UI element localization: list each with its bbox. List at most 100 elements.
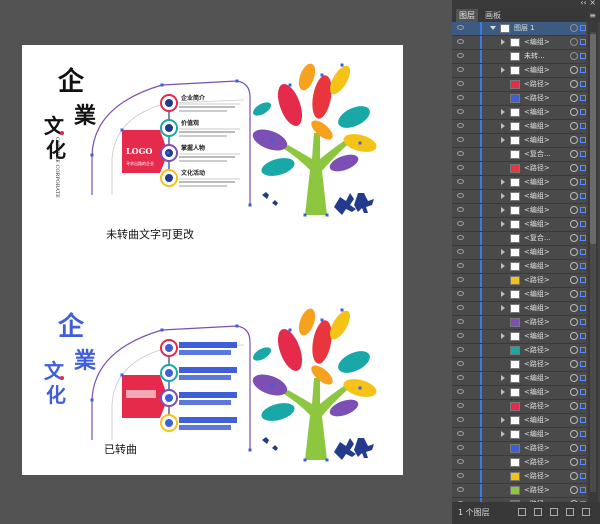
layer-list-scrollbar[interactable]	[588, 22, 598, 502]
visibility-eye-icon[interactable]	[457, 95, 464, 100]
expand-triangle-icon[interactable]	[501, 123, 505, 129]
tab-artboards[interactable]: 画板	[482, 9, 504, 22]
selection-square-icon[interactable]	[580, 81, 586, 87]
locate-object-icon[interactable]	[518, 508, 526, 516]
visibility-eye-icon[interactable]	[457, 375, 464, 380]
selection-square-icon[interactable]	[580, 389, 586, 395]
selection-square-icon[interactable]	[580, 235, 586, 241]
visibility-eye-icon[interactable]	[457, 263, 464, 268]
selection-square-icon[interactable]	[580, 333, 586, 339]
artboard[interactable]: 企業文化 CULTURE CORPORATE LOGO 寻求出路的企业 企业简介 价值观掌…	[22, 45, 403, 475]
visibility-eye-icon[interactable]	[457, 473, 464, 478]
visibility-eye-icon[interactable]	[457, 305, 464, 310]
visibility-eye-icon[interactable]	[457, 445, 464, 450]
expand-triangle-icon[interactable]	[501, 333, 505, 339]
selection-square-icon[interactable]	[580, 67, 586, 73]
target-circle-icon[interactable]	[570, 374, 578, 382]
visibility-eye-icon[interactable]	[457, 431, 464, 436]
layer-row[interactable]: 图层 1	[452, 22, 586, 36]
selection-square-icon[interactable]	[580, 137, 586, 143]
visibility-eye-icon[interactable]	[457, 67, 464, 72]
visibility-eye-icon[interactable]	[457, 459, 464, 464]
selection-square-icon[interactable]	[580, 459, 586, 465]
selection-square-icon[interactable]	[580, 445, 586, 451]
target-circle-icon[interactable]	[570, 178, 578, 186]
target-circle-icon[interactable]	[570, 94, 578, 102]
visibility-eye-icon[interactable]	[457, 81, 464, 86]
new-sublayer-icon[interactable]	[550, 508, 558, 516]
target-circle-icon[interactable]	[570, 192, 578, 200]
layer-row[interactable]: <路径>	[452, 344, 586, 358]
layer-row[interactable]: <编组>	[452, 190, 586, 204]
layer-row[interactable]: <路径>	[452, 162, 586, 176]
visibility-eye-icon[interactable]	[457, 235, 464, 240]
selection-square-icon[interactable]	[580, 95, 586, 101]
selection-square-icon[interactable]	[580, 221, 586, 227]
visibility-eye-icon[interactable]	[457, 25, 464, 30]
visibility-eye-icon[interactable]	[457, 39, 464, 44]
layer-row[interactable]: <路径>	[452, 484, 586, 498]
layer-row[interactable]: <编组>	[452, 330, 586, 344]
selection-square-icon[interactable]	[580, 487, 586, 493]
selection-square-icon[interactable]	[580, 25, 586, 31]
selection-square-icon[interactable]	[580, 277, 586, 283]
selection-square-icon[interactable]	[580, 375, 586, 381]
layer-row[interactable]: <路径>	[452, 456, 586, 470]
target-circle-icon[interactable]	[570, 458, 578, 466]
visibility-eye-icon[interactable]	[457, 109, 464, 114]
selection-square-icon[interactable]	[580, 347, 586, 353]
selection-square-icon[interactable]	[580, 179, 586, 185]
target-circle-icon[interactable]	[570, 150, 578, 158]
layer-row[interactable]: <路径>	[452, 274, 586, 288]
target-circle-icon[interactable]	[570, 346, 578, 354]
layer-row[interactable]: <路径>	[452, 92, 586, 106]
target-circle-icon[interactable]	[570, 66, 578, 74]
selection-square-icon[interactable]	[580, 151, 586, 157]
delete-layer-icon[interactable]	[582, 508, 590, 516]
layer-row[interactable]: 未转...	[452, 50, 586, 64]
selection-square-icon[interactable]	[580, 417, 586, 423]
target-circle-icon[interactable]	[570, 136, 578, 144]
selection-square-icon[interactable]	[580, 263, 586, 269]
target-circle-icon[interactable]	[570, 122, 578, 130]
visibility-eye-icon[interactable]	[457, 319, 464, 324]
visibility-eye-icon[interactable]	[457, 277, 464, 282]
expand-triangle-icon[interactable]	[501, 39, 505, 45]
selection-square-icon[interactable]	[580, 249, 586, 255]
target-circle-icon[interactable]	[570, 444, 578, 452]
panel-menu-icon[interactable]: ≡	[589, 9, 596, 22]
layer-row[interactable]: <编组>	[452, 414, 586, 428]
visibility-eye-icon[interactable]	[457, 207, 464, 212]
target-circle-icon[interactable]	[570, 290, 578, 298]
expand-triangle-icon[interactable]	[501, 109, 505, 115]
selection-square-icon[interactable]	[580, 109, 586, 115]
new-layer-icon[interactable]	[566, 508, 574, 516]
visibility-eye-icon[interactable]	[457, 389, 464, 394]
selection-square-icon[interactable]	[580, 123, 586, 129]
visibility-eye-icon[interactable]	[457, 417, 464, 422]
visibility-eye-icon[interactable]	[457, 403, 464, 408]
layer-row[interactable]: <路径>	[452, 358, 586, 372]
visibility-eye-icon[interactable]	[457, 347, 464, 352]
layer-row[interactable]: <编组>	[452, 176, 586, 190]
selection-square-icon[interactable]	[580, 291, 586, 297]
make-clipping-mask-icon[interactable]	[534, 508, 542, 516]
layer-row[interactable]: <编组>	[452, 106, 586, 120]
selection-square-icon[interactable]	[580, 39, 586, 45]
visibility-eye-icon[interactable]	[457, 221, 464, 226]
layer-row[interactable]: <编组>	[452, 120, 586, 134]
layer-row[interactable]: <编组>	[452, 288, 586, 302]
layer-row[interactable]: <编组>	[452, 302, 586, 316]
visibility-eye-icon[interactable]	[457, 165, 464, 170]
layer-row[interactable]: <编组>	[452, 246, 586, 260]
expand-triangle-icon[interactable]	[501, 431, 505, 437]
selection-square-icon[interactable]	[580, 193, 586, 199]
layer-row[interactable]: <编组>	[452, 64, 586, 78]
target-circle-icon[interactable]	[570, 262, 578, 270]
target-circle-icon[interactable]	[570, 416, 578, 424]
expand-triangle-icon[interactable]	[490, 26, 496, 30]
visibility-eye-icon[interactable]	[457, 333, 464, 338]
layer-row[interactable]: <编组>	[452, 260, 586, 274]
layer-row[interactable]: <路径>	[452, 316, 586, 330]
visibility-eye-icon[interactable]	[457, 179, 464, 184]
